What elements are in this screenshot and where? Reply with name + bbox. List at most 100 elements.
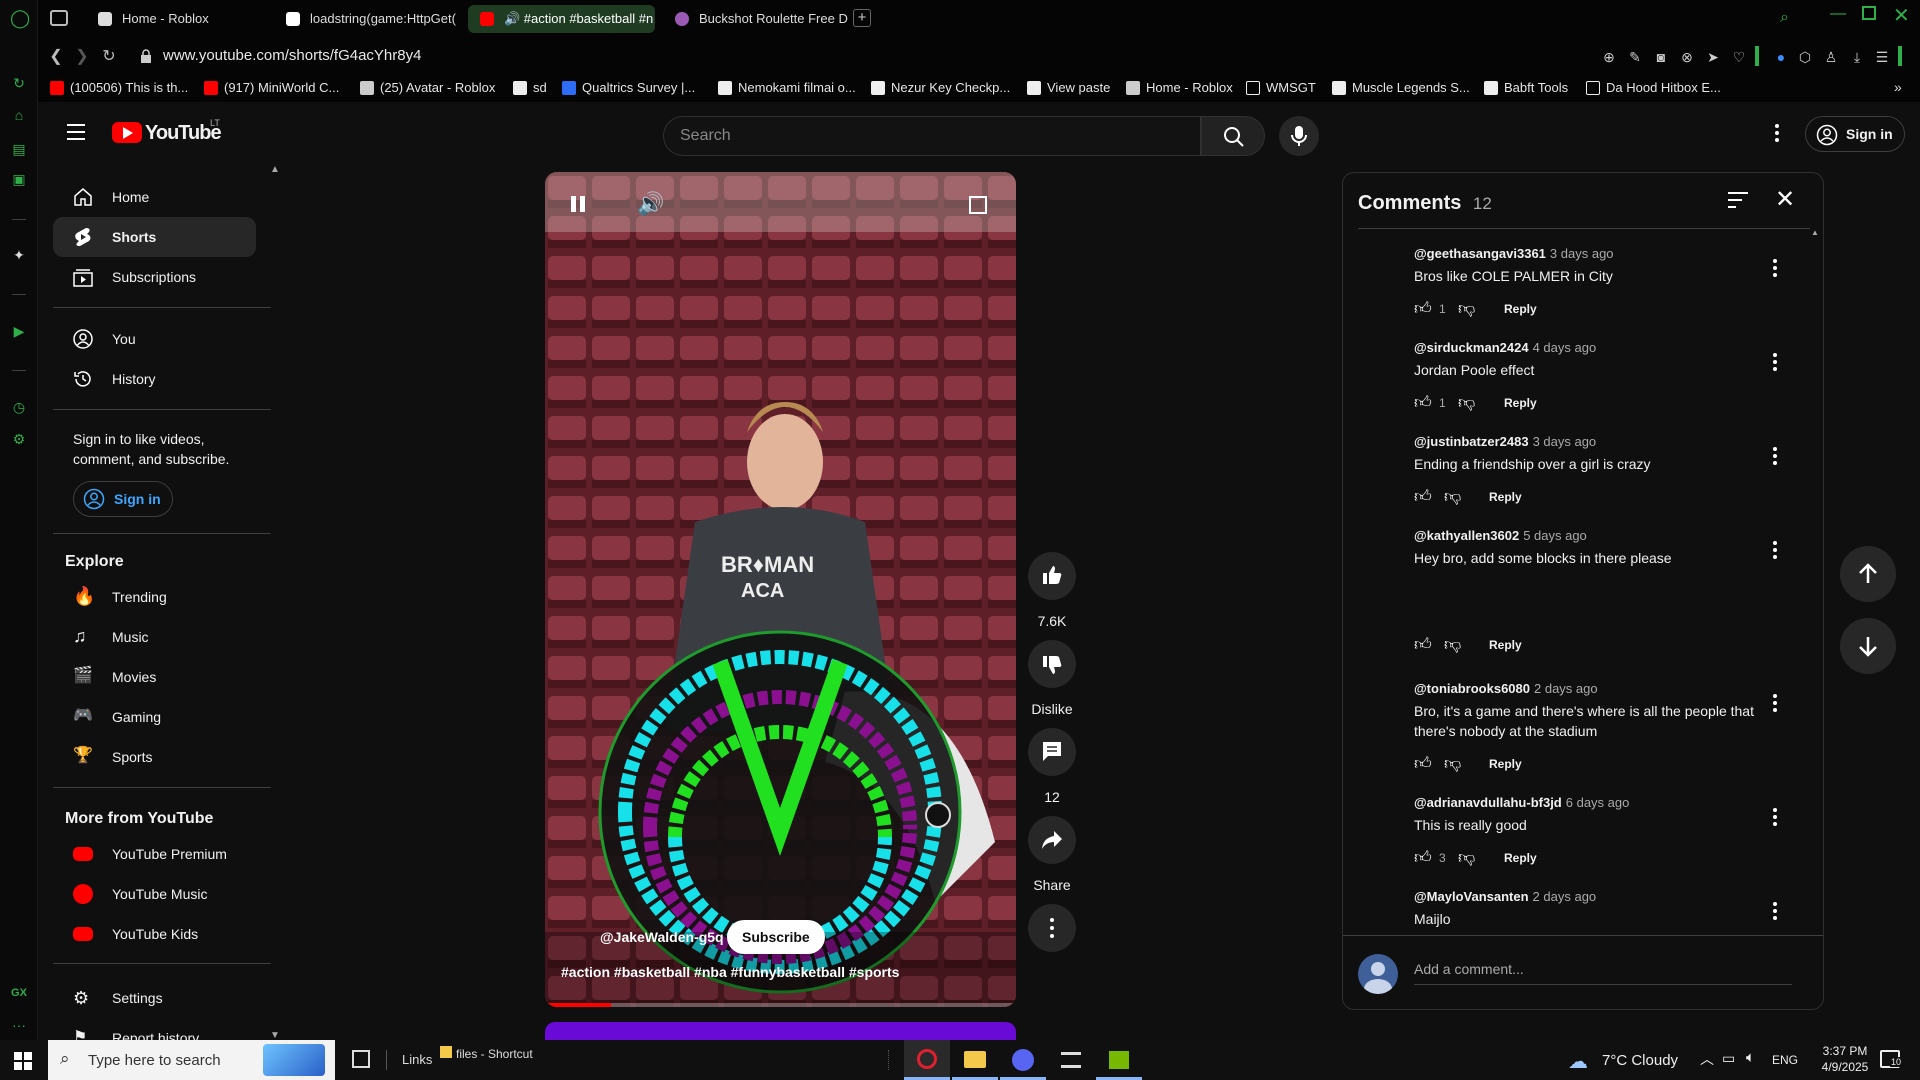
fullscreen-icon[interactable] <box>969 196 987 214</box>
comment-more-icon[interactable] <box>1771 353 1779 373</box>
comment-author[interactable]: @MayloVansanten 2 days ago <box>1414 889 1794 904</box>
more-options-button[interactable] <box>1028 904 1076 952</box>
reload-button[interactable]: ↻ <box>98 46 120 68</box>
bookmark-item[interactable]: (100506) This is th... <box>50 80 188 95</box>
block-icon[interactable]: ⊗ <box>1678 48 1696 66</box>
guide-item-sports[interactable]: 🏆 Sports <box>53 737 256 777</box>
comment-more-icon[interactable] <box>1771 541 1779 561</box>
send-icon[interactable]: ➤ <box>1704 48 1722 66</box>
pause-icon[interactable] <box>567 192 589 216</box>
taskbar-file-explorer[interactable] <box>952 1040 998 1080</box>
guide-item-settings[interactable]: ⚙ Settings <box>53 978 256 1018</box>
next-short-button[interactable] <box>1840 618 1896 674</box>
twitch-icon[interactable]: ▤ <box>10 140 28 158</box>
opera-gx-logo-icon[interactable]: ◯ <box>10 9 30 27</box>
reply-button[interactable]: Reply <box>1504 396 1537 410</box>
tab-home-roblox[interactable]: Home - Roblox <box>86 5 271 33</box>
taskbar-discord[interactable] <box>1000 1040 1046 1080</box>
like-button[interactable] <box>1028 552 1076 600</box>
guide-item-shorts[interactable]: Shorts <box>53 217 256 257</box>
guide-item-subscriptions[interactable]: Subscriptions <box>53 257 256 297</box>
taskbar-nvidia[interactable] <box>1096 1040 1142 1080</box>
bookmark-item[interactable]: Home - Roblox <box>1126 80 1233 95</box>
bookmark-item[interactable]: (25) Avatar - Roblox <box>360 80 495 95</box>
bookmark-item[interactable]: Da Hood Hitbox E... <box>1586 80 1721 95</box>
guide-item-history[interactable]: History <box>53 359 256 399</box>
thumbs-up-icon[interactable]: 👍︎ <box>1414 847 1432 868</box>
scroll-up-arrow-icon[interactable]: ▲ <box>270 164 280 175</box>
thumbs-up-icon[interactable]: 👍︎ <box>1414 392 1432 413</box>
tab-loadstring[interactable]: loadstring(game:HttpGet( <box>274 5 459 33</box>
camera-icon[interactable]: ◙ <box>1652 48 1670 66</box>
bookmark-item[interactable]: Nemokami filmai o... <box>718 80 856 95</box>
add-comment-input[interactable]: Add a comment... <box>1414 961 1792 985</box>
comment-author[interactable]: @adrianavdullahu-bf3jd 6 days ago <box>1414 795 1794 810</box>
taskbar-opera-gx[interactable] <box>904 1040 950 1080</box>
reply-button[interactable]: Reply <box>1504 851 1537 865</box>
back-button[interactable]: ❮ <box>45 46 67 68</box>
forward-button[interactable]: ❯ <box>71 46 93 68</box>
thumbs-down-icon[interactable]: 👎︎ <box>1444 753 1461 774</box>
task-view-icon[interactable] <box>352 1050 370 1068</box>
files-shortcut[interactable]: files - Shortcut <box>456 1047 533 1061</box>
reply-button[interactable]: Reply <box>1489 490 1522 504</box>
bot-icon[interactable]: ⌂ <box>10 106 28 124</box>
speaker-icon[interactable]: 🔈︎ <box>1746 1049 1755 1066</box>
workspaces-icon[interactable] <box>50 10 68 26</box>
dislike-button[interactable] <box>1028 640 1076 688</box>
thumbs-down-icon[interactable]: 👎︎ <box>1458 298 1475 319</box>
guide-item-gaming[interactable]: 🎮 Gaming <box>53 697 256 737</box>
guide-item-youtube-kids[interactable]: YouTube Kids <box>53 914 256 954</box>
volume-icon[interactable]: 🔊 <box>637 192 664 216</box>
windows-start-icon[interactable] <box>14 1052 32 1070</box>
messenger-icon[interactable]: ▣ <box>10 170 28 188</box>
heart-icon[interactable]: ♡ <box>1730 48 1748 66</box>
notification-center-icon[interactable]: 10 <box>1880 1050 1903 1068</box>
more-bookmarks-icon[interactable]: » <box>1894 79 1902 95</box>
thumbs-up-icon[interactable]: 👍︎ <box>1414 634 1432 655</box>
minimize-icon[interactable]: — <box>1830 5 1846 23</box>
next-short-preview[interactable] <box>545 1022 1016 1040</box>
share-action[interactable]: Share <box>1007 816 1097 893</box>
guide-item-you[interactable]: You <box>53 319 256 359</box>
tab-youtube-short[interactable]: 🔊 #action #basketball #n <box>468 5 655 33</box>
cube-icon[interactable]: ⬡ <box>1796 48 1814 66</box>
hamburger-menu-icon[interactable] <box>67 124 85 140</box>
new-tab-button[interactable]: + <box>853 9 871 27</box>
comment-author[interactable]: @sirduckman2424 4 days ago <box>1414 340 1794 355</box>
vpn-icon[interactable]: ● <box>1772 48 1790 66</box>
more-action[interactable] <box>1007 904 1097 957</box>
bookmark-item[interactable]: Babft Tools <box>1484 80 1568 95</box>
tab-buckshot-roulette[interactable]: Buckshot Roulette Free D <box>663 5 848 33</box>
short-title[interactable]: #action #basketball #nba #funnybasketbal… <box>561 964 899 980</box>
thumbs-up-icon[interactable]: 👍︎ <box>1414 486 1432 507</box>
thumbs-down-icon[interactable]: 👎︎ <box>1458 392 1475 413</box>
comments-action[interactable]: 12 <box>1007 728 1097 805</box>
bookmark-folder[interactable]: WMSGT <box>1246 80 1316 95</box>
sort-icon[interactable] <box>1728 192 1748 208</box>
previous-short-button[interactable] <box>1840 546 1896 602</box>
aria-icon[interactable]: ✦ <box>10 246 28 264</box>
reply-button[interactable]: Reply <box>1504 302 1537 316</box>
thumbs-up-icon[interactable]: 👍︎ <box>1414 298 1432 319</box>
settings-icon[interactable]: ⚙ <box>10 430 28 448</box>
weather-widget[interactable]: 7°C Cloudy <box>1602 1052 1678 1069</box>
guide-item-trending[interactable]: 🔥 Trending <box>53 577 256 617</box>
language-indicator[interactable]: ENG <box>1772 1053 1798 1067</box>
network-icon[interactable]: ▭ <box>1722 1050 1735 1067</box>
scroll-up-arrow-icon[interactable]: ▲ <box>1811 228 1819 237</box>
comment-more-icon[interactable] <box>1771 259 1779 279</box>
menu-icon[interactable]: ☰ <box>1873 48 1891 66</box>
gx-corner-icon[interactable]: GX <box>10 984 28 1002</box>
guide-item-home[interactable]: Home <box>53 177 256 217</box>
bookmark-item[interactable]: View paste <box>1027 80 1110 95</box>
guide-item-youtube-music[interactable]: YouTube Music <box>53 874 256 914</box>
bookmark-item[interactable]: Nezur Key Checkp... <box>871 80 1010 95</box>
bookmark-item[interactable]: Qualtrics Survey |... <box>562 80 695 95</box>
player-icon[interactable]: ▶ <box>10 322 28 340</box>
profile-icon[interactable]: ♙ <box>1822 48 1840 66</box>
comment-more-icon[interactable] <box>1771 808 1779 828</box>
comment-author[interactable]: @toniabrooks6080 2 days ago <box>1414 681 1794 696</box>
settings-more-icon[interactable] <box>1775 124 1779 142</box>
comment-more-icon[interactable] <box>1771 694 1779 714</box>
